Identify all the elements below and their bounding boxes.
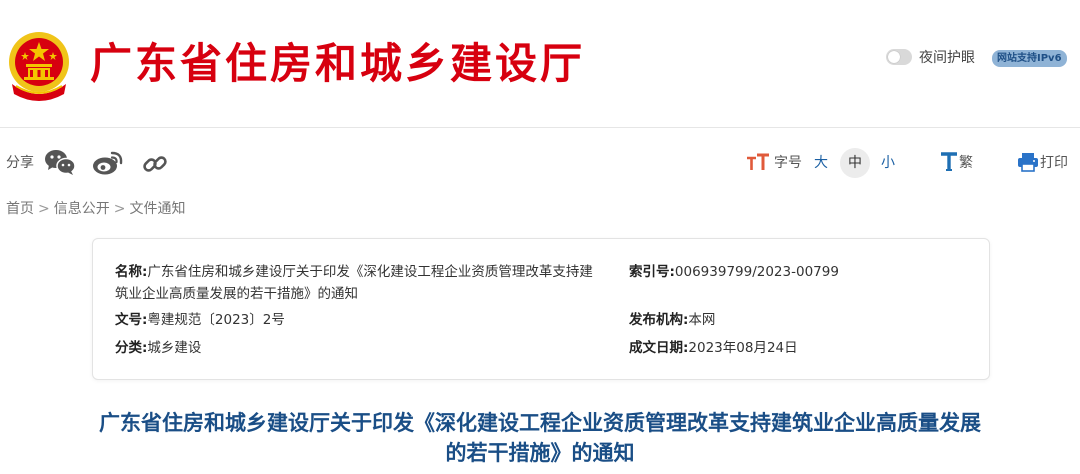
doc-name-key: 名称: [115, 264, 148, 280]
doc-category-key: 分类: [115, 340, 148, 356]
traditional-chinese-label[interactable]: 繁 [959, 153, 973, 173]
doc-org-key: 发布机构: [629, 312, 689, 328]
night-mode-label[interactable]: 夜间护眼 [919, 48, 975, 68]
breadcrumb-home[interactable]: 首页 [6, 201, 34, 217]
doc-number-key: 文号: [115, 312, 148, 328]
site-header: 广东省住房和城乡建设厅 夜间护眼 网站支持IPv6 [0, 0, 1080, 128]
breadcrumb-info-public[interactable]: 信息公开 [54, 201, 110, 217]
doc-number-value: 粤建规范〔2023〕2号 [147, 312, 285, 328]
doc-org-value: 本网 [688, 312, 716, 328]
breadcrumb-file-notice[interactable]: 文件通知 [129, 201, 185, 217]
breadcrumb-separator: > [113, 201, 126, 217]
font-size-large-button[interactable]: 大 [806, 148, 836, 178]
ipv6-badge: 网站支持IPv6 [992, 50, 1067, 67]
doc-name-field: 名称:广东省住房和城乡建设厅关于印发《深化建设工程企业资质管理改革支持建筑业企业… [115, 261, 605, 305]
doc-name-value: 广东省住房和城乡建设厅关于印发《深化建设工程企业资质管理改革支持建筑业企业高质量… [115, 264, 593, 302]
breadcrumb: 首页 > 信息公开 > 文件通知 [6, 199, 185, 219]
doc-index-key: 索引号: [629, 264, 675, 280]
doc-index-value: 006939799/2023-00799 [674, 264, 839, 280]
article-title: 广东省住房和城乡建设厅关于印发《深化建设工程企业资质管理改革支持建筑业企业高质量… [99, 411, 981, 465]
traditional-chinese-icon[interactable] [938, 150, 960, 174]
copy-link-icon[interactable] [142, 151, 168, 177]
doc-category-field: 分类:城乡建设 [115, 337, 605, 359]
national-emblem-logo [9, 32, 69, 101]
share-label: 分享 [6, 155, 34, 171]
font-size-icon [747, 153, 769, 170]
doc-index-field: 索引号:006939799/2023-00799 [629, 261, 969, 283]
document-info-card: 名称:广东省住房和城乡建设厅关于印发《深化建设工程企业资质管理改革支持建筑业企业… [92, 238, 990, 380]
doc-category-value: 城乡建设 [147, 340, 202, 356]
doc-date-value: 2023年08月24日 [688, 340, 798, 356]
night-mode-toggle[interactable] [886, 49, 912, 65]
wechat-icon[interactable] [44, 148, 76, 176]
font-size-medium-button[interactable]: 中 [840, 148, 870, 178]
font-size-small-button[interactable]: 小 [873, 148, 903, 178]
toggle-knob [888, 51, 900, 63]
doc-org-field: 发布机构:本网 [629, 309, 969, 331]
site-title: 广东省住房和城乡建设厅 [90, 39, 586, 88]
doc-date-field: 成文日期:2023年08月24日 [629, 337, 969, 359]
breadcrumb-separator: > [38, 201, 50, 217]
doc-date-key: 成文日期: [629, 340, 689, 356]
printer-icon[interactable] [1017, 151, 1039, 173]
weibo-icon[interactable] [92, 149, 124, 177]
font-size-label: 字号 [774, 155, 802, 171]
doc-number-field: 文号:粤建规范〔2023〕2号 [115, 309, 605, 331]
print-label[interactable]: 打印 [1040, 153, 1068, 173]
